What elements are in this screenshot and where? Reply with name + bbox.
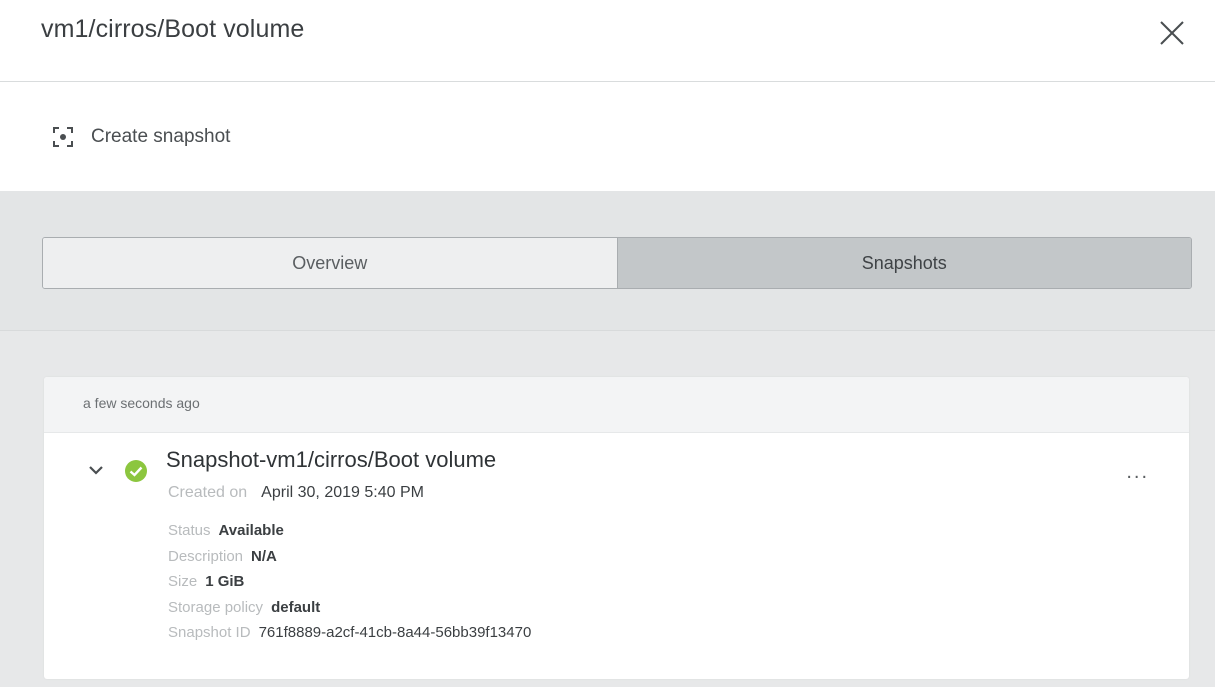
detail-label: Description — [168, 547, 244, 565]
create-snapshot-button[interactable]: Create snapshot — [52, 126, 230, 148]
detail-value: 761f8889-a2cf-41cb-8a44-56bb39f13470 — [258, 624, 532, 641]
snapshot-created: Created on April 30, 2019 5:40 PM — [168, 484, 424, 502]
detail-snapshot-id: Snapshot ID 761f8889-a2cf-41cb-8a44-56bb3… — [168, 620, 531, 646]
snapshot-card: a few seconds ago Snapshot-vm1/cirros/Bo… — [44, 377, 1189, 679]
snapshot-group-header: a few seconds ago — [44, 377, 1189, 433]
tabs-bar: Overview Snapshots — [0, 191, 1215, 331]
snapshot-time-label: a few seconds ago — [83, 395, 200, 411]
detail-value: default — [271, 598, 321, 616]
close-icon — [1160, 21, 1184, 45]
more-horizontal-icon[interactable]: ... — [1126, 461, 1149, 484]
detail-status: Status Available — [168, 518, 531, 544]
close-button[interactable] — [1157, 18, 1187, 48]
detail-label: Storage policy — [168, 598, 264, 616]
detail-size: Size 1 GiB — [168, 569, 531, 595]
content-area: Overview Snapshots a few seconds ago Sna… — [0, 191, 1215, 687]
toolbar: Create snapshot — [0, 83, 1215, 191]
detail-value: N/A — [251, 547, 277, 565]
detail-description: Description N/A — [168, 544, 531, 570]
detail-value: 1 GiB — [205, 573, 245, 590]
detail-storage-policy: Storage policy default — [168, 595, 531, 621]
detail-label: Status — [168, 522, 211, 539]
tab-group: Overview Snapshots — [42, 237, 1192, 289]
snapshot-row: Snapshot-vm1/cirros/Boot volume Created … — [44, 433, 1189, 679]
camera-focus-icon — [53, 127, 73, 147]
snapshot-name: Snapshot-vm1/cirros/Boot volume — [166, 447, 497, 472]
snapshot-details: Status Available Description N/A Size 1 GiB… — [168, 518, 531, 646]
create-snapshot-label: Create snapshot — [91, 126, 231, 147]
detail-label: Size — [168, 573, 198, 590]
modal-header: vm1/cirros/Boot volume — [0, 0, 1215, 82]
tab-overview[interactable]: Overview — [43, 238, 618, 288]
detail-value: Available — [218, 522, 284, 539]
check-circle-icon — [125, 460, 147, 482]
tab-snapshots[interactable]: Snapshots — [617, 238, 1191, 288]
page-title: vm1/cirros/Boot volume — [41, 15, 305, 43]
created-label: Created on — [168, 484, 248, 501]
detail-label: Snapshot ID — [168, 624, 251, 641]
chevron-down-icon[interactable] — [88, 463, 104, 477]
created-value: April 30, 2019 5:40 PM — [261, 484, 424, 501]
